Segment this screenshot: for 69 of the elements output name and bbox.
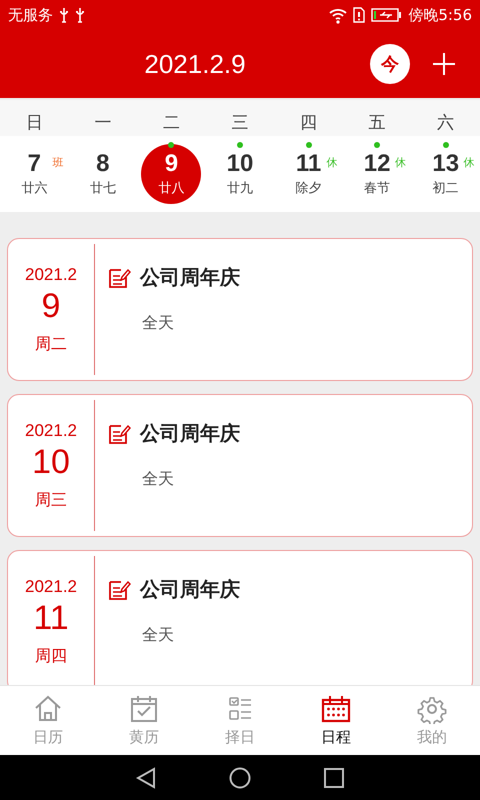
usb-icon [59, 6, 69, 24]
note-icon [109, 422, 131, 444]
event-card[interactable]: 2021.2 9 周二 公司周年庆 全天 [7, 238, 473, 381]
day-number: 10 [226, 151, 254, 177]
event-time: 全天 [142, 625, 175, 646]
home-icon[interactable] [228, 766, 251, 788]
weekday-label: 日 [24, 112, 44, 134]
day-cell[interactable]: 7 班 廿六 [0, 136, 69, 212]
home-icon [33, 694, 63, 724]
date-title: 2021.2.9 [143, 48, 247, 80]
event-title: 公司周年庆 [140, 576, 240, 603]
day-number: 9 [164, 151, 178, 177]
day-number: 7 [28, 151, 41, 177]
event-weekday: 周四 [35, 646, 67, 666]
carrier-text: 无服务 [8, 6, 53, 24]
event-time: 全天 [142, 313, 175, 334]
day-number: 8 [96, 151, 110, 177]
calendar-check-icon [129, 694, 159, 724]
day-number: 12 [364, 151, 390, 177]
holiday-label: 休 [464, 155, 475, 170]
lunar-date: 廿八 [158, 180, 184, 197]
day-number: 11 [296, 151, 322, 177]
time-text: 傍晚5:56 [408, 6, 472, 24]
lunar-date: 廿七 [90, 180, 116, 197]
add-icon[interactable] [432, 52, 456, 76]
event-month: 2021.2 [25, 576, 77, 596]
battery-icon [371, 8, 402, 22]
event-card[interactable]: 2021.2 10 周三 公司周年庆 全天 [7, 394, 473, 537]
wifi-icon [329, 6, 348, 24]
event-title: 公司周年庆 [140, 264, 240, 291]
lunar-date: 廿九 [226, 180, 253, 197]
weekday-label: 三 [230, 112, 250, 134]
day-cell[interactable]: 11 休 除夕 [274, 136, 343, 212]
event-weekday: 周三 [35, 490, 67, 510]
settings-icon [417, 694, 447, 724]
lunar-date: 除夕 [296, 180, 322, 197]
today-button[interactable]: 今 [370, 44, 410, 84]
event-time: 全天 [142, 469, 175, 490]
holiday-label: 班 [52, 155, 64, 170]
usb-icon [75, 6, 85, 24]
event-month: 2021.2 [25, 264, 77, 284]
lunar-date: 初二 [432, 180, 459, 197]
event-month: 2021.2 [25, 420, 77, 440]
lunar-date: 廿六 [21, 180, 48, 197]
holiday-label: 休 [395, 155, 406, 170]
day-cell[interactable]: 9 廿八 [137, 136, 206, 212]
note-icon [109, 266, 131, 288]
weekday-label: 六 [436, 112, 456, 134]
day-cell[interactable]: 10 廿九 [206, 136, 274, 212]
lunar-date: 春节 [364, 180, 390, 197]
note-icon [109, 578, 131, 600]
sim-alert-icon [353, 7, 366, 23]
weekday-label: 二 [162, 112, 181, 134]
back-icon[interactable] [136, 766, 156, 788]
holiday-label: 休 [326, 155, 338, 170]
recent-apps-icon[interactable] [324, 768, 344, 788]
calendar-icon [321, 694, 351, 724]
weekday-label: 四 [299, 112, 318, 134]
event-title: 公司周年庆 [140, 420, 240, 447]
day-cell[interactable]: 8 廿七 [68, 136, 138, 212]
tab-item[interactable]: 日程 [288, 686, 384, 755]
weekday-label: 五 [368, 112, 387, 134]
event-day: 10 [32, 442, 70, 482]
event-day: 11 [33, 598, 69, 638]
event-day: 9 [42, 286, 60, 326]
event-weekday: 周二 [35, 334, 67, 354]
weekday-label: 一 [93, 112, 112, 134]
event-card[interactable]: 2021.2 11 周四 公司周年庆 全天 [7, 550, 473, 685]
day-number: 13 [432, 151, 460, 177]
